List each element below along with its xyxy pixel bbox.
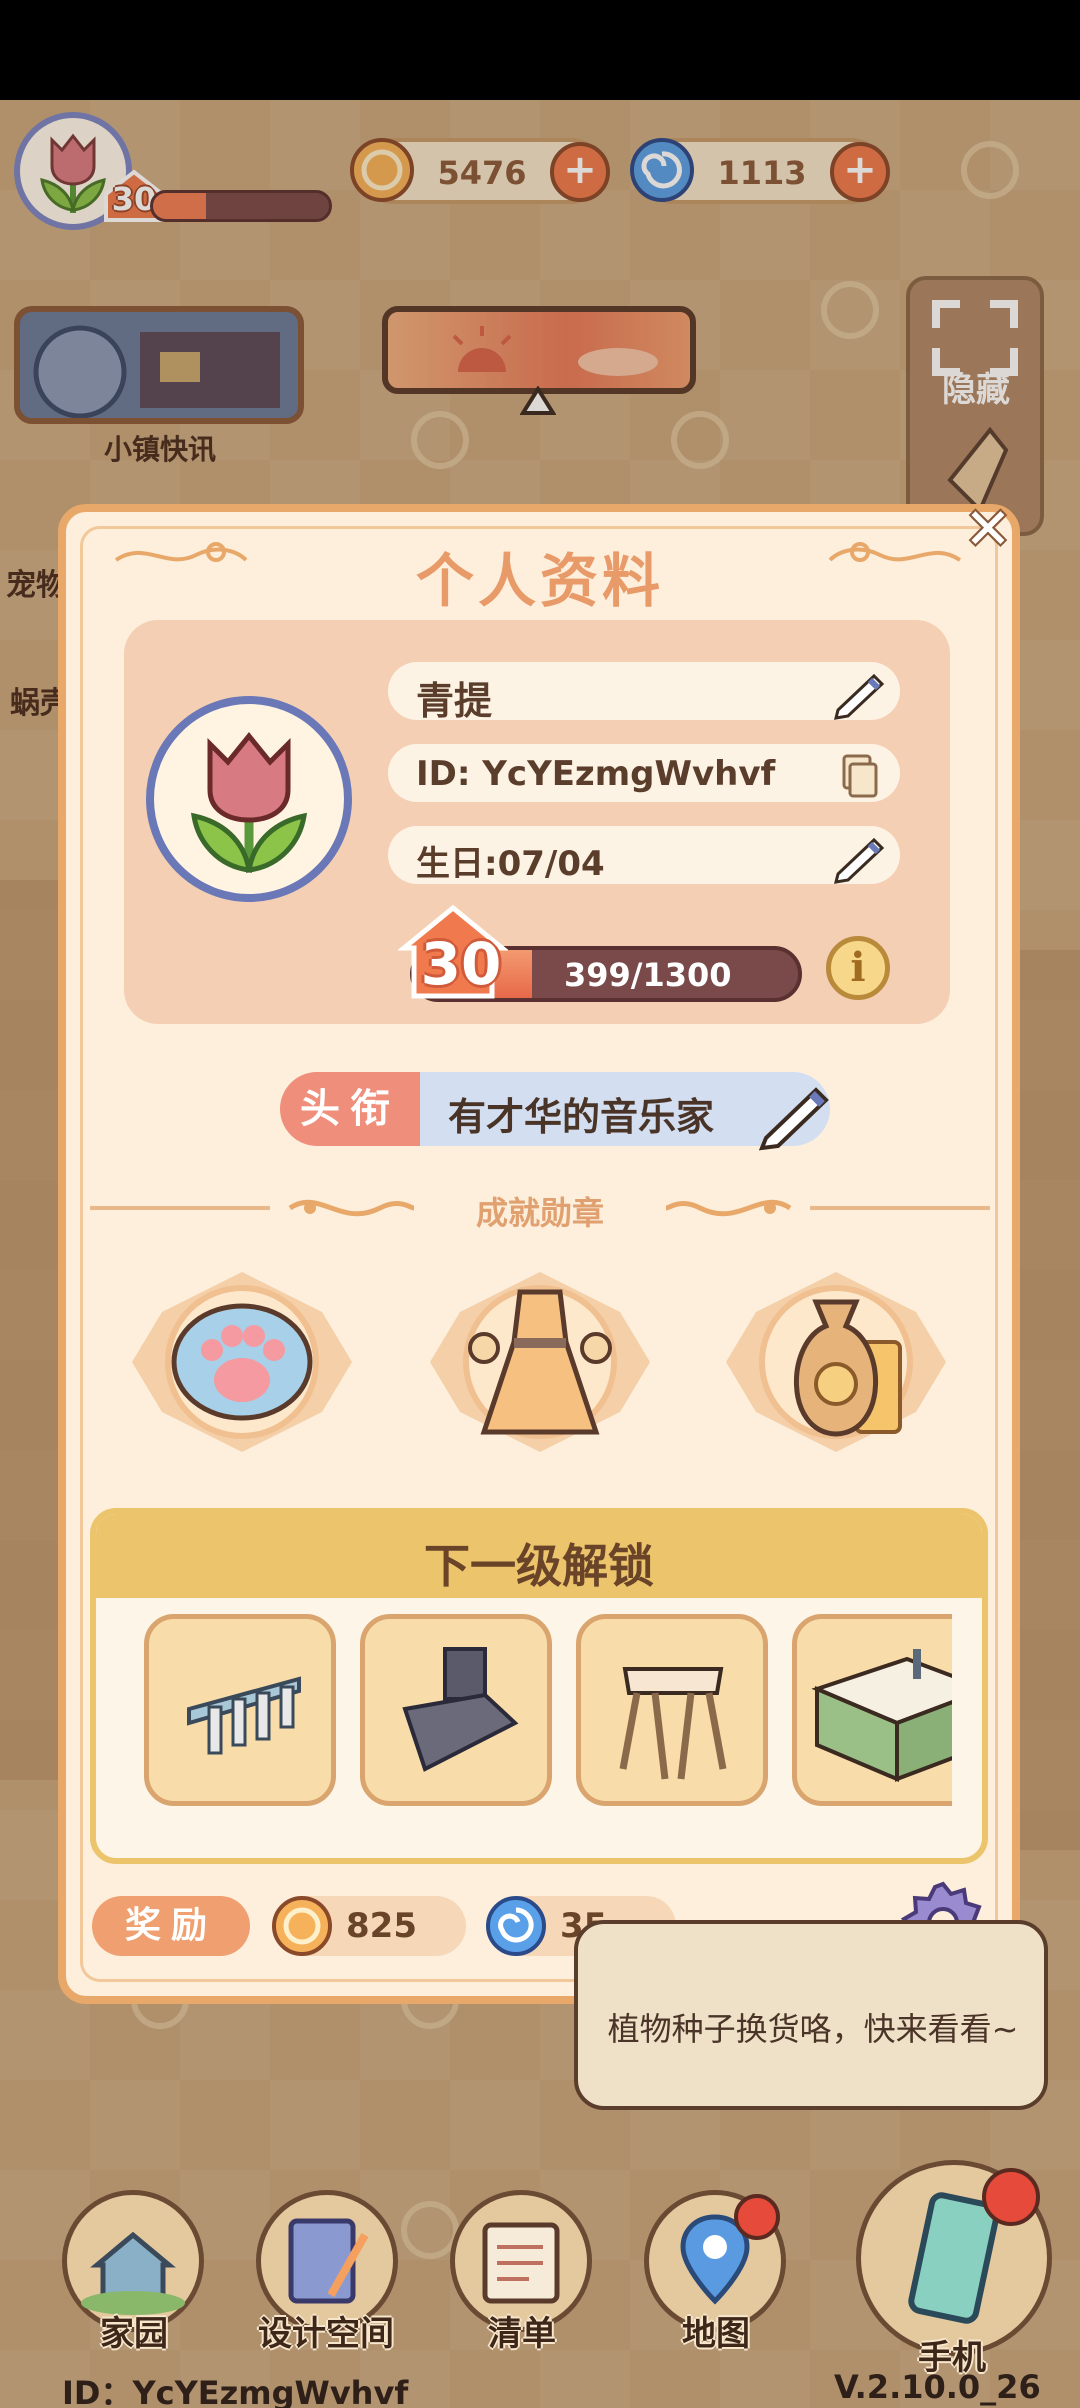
paw-badge-icon[interactable] — [122, 1262, 362, 1462]
map-notification-dot — [734, 2194, 780, 2240]
reward-coin-icon — [270, 1894, 334, 1958]
stool-icon[interactable] — [576, 1614, 768, 1806]
sink-counter-icon[interactable] — [792, 1614, 952, 1806]
divider — [90, 1206, 270, 1210]
range-hood-icon[interactable] — [360, 1614, 552, 1806]
footer-player-id: ID：YcYEzmgWvhvf — [62, 2374, 409, 2408]
version-label: V.2.10.0_26 — [834, 2368, 1041, 2406]
title-tag: 头衔 — [280, 1072, 420, 1146]
status-bar — [0, 0, 1080, 100]
id-pill: ID: YcYEzmgWvhvf — [388, 744, 900, 802]
title-value: 有才华的音乐家 — [448, 1095, 715, 1139]
profile-level: 30 — [420, 930, 502, 998]
bubble-text: 植物种子换货咯，快来看看~ — [607, 2010, 1019, 2048]
divider — [810, 1206, 990, 1210]
flourish-left-icon — [114, 542, 248, 562]
unlock-title: 下一级解锁 — [424, 1539, 654, 1593]
nav-design-space-label: 设计空间 — [258, 2314, 394, 2354]
ornament-left-icon — [288, 1199, 415, 1217]
unlock-items-scroller[interactable] — [140, 1614, 952, 1824]
reward-coins: 825 — [346, 1906, 417, 1946]
phone-notification-dot — [982, 2168, 1040, 2226]
money-bag-badge-icon[interactable] — [716, 1262, 956, 1462]
achievements-label: 成就勋章 — [475, 1194, 604, 1232]
player-id: ID: YcYEzmgWvhvf — [416, 754, 776, 794]
info-button[interactable]: i — [826, 936, 890, 1000]
nav-home-label: 家园 — [100, 2314, 168, 2354]
nav-map-label: 地图 — [682, 2314, 750, 2354]
birthday: 生日:07/04 — [416, 844, 605, 884]
flourish-right-icon — [828, 542, 962, 562]
knife-rack-icon[interactable] — [144, 1614, 336, 1806]
nav-list-label: 清单 — [488, 2314, 556, 2354]
ornament-right-icon — [665, 1199, 792, 1217]
name-pill: 青提 — [388, 662, 900, 723]
xp-text: 399/1300 — [564, 956, 732, 994]
edit-title-pencil-icon[interactable] — [756, 1076, 836, 1152]
dialog-title: 个人资料 — [415, 547, 664, 615]
edit-birthday-pencil-icon[interactable] — [830, 830, 886, 886]
dress-badge-icon[interactable] — [420, 1262, 660, 1462]
copy-icon[interactable] — [830, 748, 886, 804]
reward-label: 奖励 — [92, 1896, 250, 1956]
birthday-pill: 生日:07/04 — [388, 826, 900, 884]
profile-avatar[interactable] — [146, 696, 352, 902]
player-name: 青提 — [416, 679, 493, 723]
reward-gem-icon — [484, 1894, 548, 1958]
edit-pencil-icon[interactable] — [830, 666, 886, 722]
next-level-unlock-panel: 下一级解锁 — [90, 1508, 988, 1864]
